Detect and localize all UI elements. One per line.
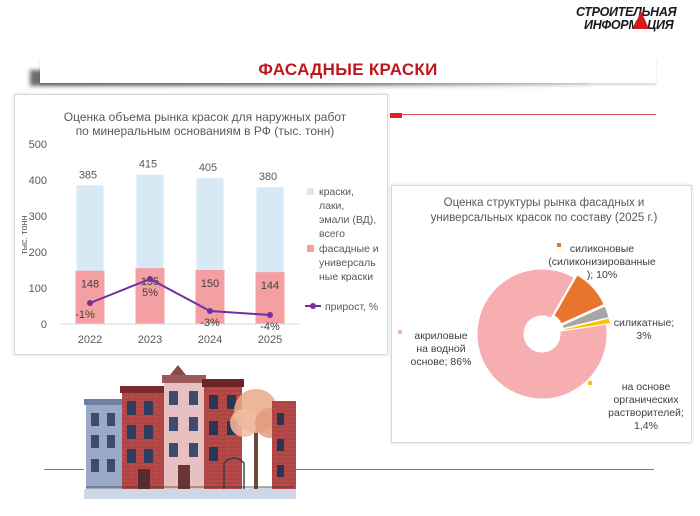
- growth-point: [267, 312, 273, 318]
- legend-swatch-growth-dot: [310, 303, 316, 309]
- legend-label-facade: универсаль: [319, 257, 376, 269]
- y-tick-label: 200: [29, 247, 47, 259]
- legend-label-total: всего: [319, 228, 345, 240]
- x-tick-label: 2024: [198, 334, 222, 346]
- page-title: ФАСАДНЫЕ КРАСКИ: [258, 60, 438, 79]
- legend-label-total: краски,: [319, 186, 354, 198]
- logo-line-1: СТРОИТЕЛЬНАЯ: [576, 5, 677, 19]
- y-axis-label: тыс. тонн: [19, 215, 29, 254]
- pie-slice-label: силикатные;: [614, 317, 674, 329]
- bar-total-label: 385: [79, 169, 97, 181]
- pie-chart-panel: Оценка структуры рынка фасадных и универ…: [391, 185, 692, 443]
- pie-slice-label: (силиконизированные: [548, 256, 656, 268]
- x-tick-label: 2022: [78, 334, 102, 346]
- pie-slice-label: основе; 86%: [411, 356, 472, 368]
- pie-slice-label: на основе: [622, 381, 671, 393]
- bar-facade-label: 148: [81, 279, 99, 291]
- logo-line-2: ИНФОРМАЦИЯ: [584, 18, 674, 32]
- divider-top-right: [390, 114, 656, 115]
- bar-facade-label: 144: [261, 280, 279, 292]
- y-tick-label: 300: [29, 211, 47, 223]
- legend-swatch-facade: [307, 245, 314, 252]
- legend-swatch-total: [307, 188, 314, 195]
- growth-label: -1%: [75, 309, 95, 321]
- bar-total-label: 380: [259, 171, 277, 183]
- divider-accent: [390, 113, 402, 118]
- growth-point: [207, 308, 213, 314]
- title-banner: ФАСАДНЫЕ КРАСКИ: [40, 57, 656, 83]
- y-tick-label: 500: [29, 139, 47, 151]
- legend-label-growth: прирост, %: [325, 301, 378, 313]
- bar-chart-panel: Оценка объема рынка красок для наружных …: [14, 94, 388, 355]
- pie-slice-label: на водной: [416, 343, 465, 355]
- growth-label: 5%: [142, 287, 158, 299]
- growth-point: [87, 300, 93, 306]
- pie-slice-label: 3%: [636, 330, 651, 342]
- legend-label-facade: ные краски: [319, 271, 373, 283]
- pie-slice-label: растворителей;: [608, 407, 684, 419]
- pie-slice-label: ); 10%: [587, 269, 617, 281]
- pie-slice-label: органических: [613, 394, 679, 406]
- pie-slice-label: 1,4%: [634, 420, 658, 432]
- pie-label-marker: [398, 330, 402, 334]
- pie-label-marker: [557, 243, 561, 247]
- pie-chart: Оценка структуры рынка фасадных и универ…: [398, 197, 684, 432]
- growth-line: [89, 277, 271, 316]
- legend-label-total: лаки,: [319, 200, 344, 212]
- x-tick-label: 2023: [138, 334, 162, 346]
- brand-logo: СТРОИТЕЛЬНАЯ ИНФОРМАЦИЯ: [574, 4, 690, 34]
- y-tick-label: 100: [29, 283, 47, 295]
- bar-facade-label: 150: [201, 278, 219, 290]
- growth-label: -3%: [200, 317, 220, 329]
- y-tick-label: 400: [29, 175, 47, 187]
- bar-chart: Оценка объема рынка красок для наружных …: [19, 110, 379, 346]
- pie-title-line-2: универсальных красок по составу (2025 г.…: [431, 212, 658, 224]
- x-tick-label: 2025: [258, 334, 282, 346]
- chart-title-line-1: Оценка объема рынка красок для наружных …: [64, 110, 347, 124]
- houses-illustration: [84, 361, 296, 499]
- pie-title-line-1: Оценка структуры рынка фасадных и: [444, 197, 645, 209]
- bar-total-label: 415: [139, 159, 157, 171]
- pie-slice-label: силиконовые: [570, 243, 634, 255]
- y-tick-label: 0: [41, 319, 47, 331]
- growth-label: -4%: [260, 321, 280, 333]
- pie-label-marker: [588, 381, 592, 385]
- bar-total-label: 405: [199, 162, 217, 174]
- legend-label-facade: фасадные и: [319, 243, 379, 255]
- chart-title-line-2: по минеральным основаниям в РФ (тыс. тон…: [76, 124, 335, 138]
- legend-label-total: эмали (ВД),: [319, 214, 376, 226]
- pie-slice-label: акриловые: [414, 330, 467, 342]
- growth-point: [147, 276, 153, 282]
- logo-triangle-icon: [633, 11, 649, 29]
- pie-label-marker: [602, 314, 606, 318]
